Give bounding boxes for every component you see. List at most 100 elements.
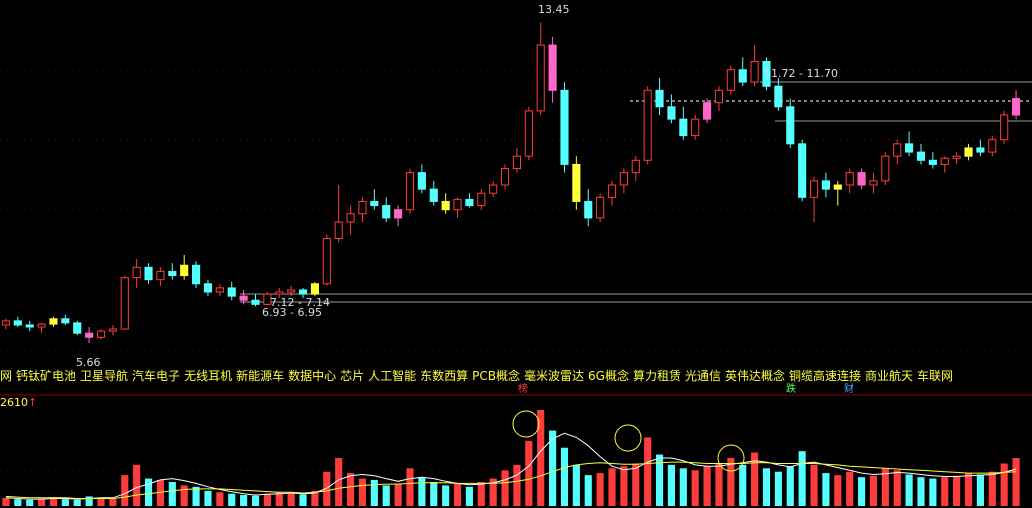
volume-bar <box>953 475 961 506</box>
candle-body <box>144 266 153 281</box>
chart-canvas[interactable] <box>0 0 1032 508</box>
volume-bar <box>976 474 984 506</box>
event-tag-list[interactable]: 榜 <box>516 384 530 396</box>
event-tag-drop[interactable]: 跌 <box>784 384 798 396</box>
candle-body <box>928 159 937 165</box>
concept-tag[interactable]: 东数西算 <box>420 369 468 383</box>
volume-bar <box>964 473 973 506</box>
concept-tag[interactable]: 6G概念 <box>588 369 629 383</box>
candle-body <box>215 287 224 293</box>
volume-bar <box>822 473 830 506</box>
candle-body <box>180 264 189 277</box>
candle-body <box>441 200 450 211</box>
candle-body <box>584 200 593 219</box>
candle-body <box>203 283 213 293</box>
concept-tag[interactable]: 商业航天 <box>865 369 913 383</box>
volume-bar <box>347 473 355 506</box>
volume-bar <box>275 492 283 506</box>
candle-body <box>821 180 830 190</box>
volume-bar <box>608 468 616 506</box>
concept-tag[interactable]: 网 <box>0 369 12 383</box>
candle-body <box>560 89 569 165</box>
volume-spike-marker <box>512 410 540 438</box>
volume-bar <box>382 485 390 506</box>
candle-body <box>667 106 676 120</box>
volume-bar <box>418 477 426 506</box>
candle-body <box>809 180 819 198</box>
concept-tags-bar: 网钙钛矿电池 卫星导航 汽车电子 无线耳机 新能源车 数据中心 芯片 人工智能 东数西算 PCB概… <box>0 366 1032 386</box>
volume-bar <box>240 495 248 506</box>
stock-chart: 13.45 5.66 11.72 - 11.70 7.12 - 7.14 6.9… <box>0 0 1032 508</box>
candle-body <box>429 188 438 202</box>
volume-bar <box>287 492 295 506</box>
volume-bar <box>394 484 402 506</box>
concept-tag[interactable]: 汽车电子 <box>132 369 180 383</box>
volume-bar <box>703 466 711 506</box>
concept-tag[interactable]: 钙钛矿电池 <box>16 369 76 383</box>
volume-bar <box>263 493 271 506</box>
event-tag-earnings[interactable]: 财 <box>842 384 856 396</box>
concept-tag[interactable]: 卫星导航 <box>80 369 128 383</box>
volume-bar <box>465 486 473 506</box>
volume-bar <box>477 482 485 506</box>
volume-bar <box>560 447 569 506</box>
candle-body <box>655 89 664 108</box>
volume-bar <box>133 464 141 506</box>
concept-tag[interactable]: 光通信 <box>685 369 721 383</box>
volume-bar <box>501 470 509 506</box>
volume-bar <box>168 482 176 506</box>
volume-bar <box>1012 458 1020 506</box>
concept-tag[interactable]: 新能源车 <box>236 369 284 383</box>
concept-tag[interactable]: 无线耳机 <box>184 369 232 383</box>
concept-tag[interactable]: 铜缆高速连接 <box>789 369 861 383</box>
volume-bar <box>1000 463 1008 506</box>
candle-body <box>156 270 165 281</box>
candle-body <box>49 318 58 325</box>
candle-body <box>607 184 617 198</box>
concept-tag[interactable]: 算力租赁 <box>633 369 681 383</box>
volume-bar <box>525 440 533 506</box>
volume-bar <box>85 496 93 506</box>
candle-body <box>703 102 712 120</box>
candle-body <box>1011 98 1021 116</box>
volume-bar <box>442 485 450 506</box>
volume-bar <box>632 463 640 506</box>
volume-bar <box>453 483 462 506</box>
volume-bar <box>358 478 367 506</box>
volume-bar <box>786 466 794 506</box>
candle-body <box>881 155 890 182</box>
volume-bar <box>180 485 188 506</box>
concept-tag[interactable]: 人工智能 <box>368 369 416 383</box>
volume-bar <box>370 479 378 506</box>
candle-body <box>405 172 415 211</box>
concept-tag[interactable]: 毫米波雷达 <box>524 369 584 383</box>
concept-tag[interactable]: PCB概念 <box>472 369 520 383</box>
volume-bar <box>61 499 69 506</box>
concept-tag[interactable]: 芯片 <box>340 369 364 383</box>
concept-tag[interactable]: 英伟达概念 <box>725 369 785 383</box>
candle-body <box>322 238 331 285</box>
candle-body <box>833 184 842 190</box>
volume-bar <box>430 482 438 506</box>
volume-bar <box>121 475 129 506</box>
volume-bar <box>774 471 782 506</box>
concept-tag[interactable]: 车联网 <box>917 369 953 383</box>
candle-body <box>394 209 403 219</box>
candle-body <box>168 270 177 277</box>
volume-bar <box>513 464 521 506</box>
volume-bar <box>537 410 545 506</box>
candle-body <box>596 196 605 219</box>
candle-body <box>964 147 973 157</box>
candle-body <box>382 205 391 219</box>
volume-bar <box>917 477 925 506</box>
volume-spike-marker <box>614 424 642 452</box>
volume-bar <box>810 464 818 506</box>
volume-bar <box>941 477 949 506</box>
candle-body <box>275 291 284 295</box>
candle-body <box>738 69 747 83</box>
volume-bar <box>798 451 806 506</box>
volume-bar <box>596 473 604 506</box>
candle-body <box>857 172 866 186</box>
concept-tag[interactable]: 数据中心 <box>288 369 336 383</box>
candle-body <box>798 143 807 198</box>
